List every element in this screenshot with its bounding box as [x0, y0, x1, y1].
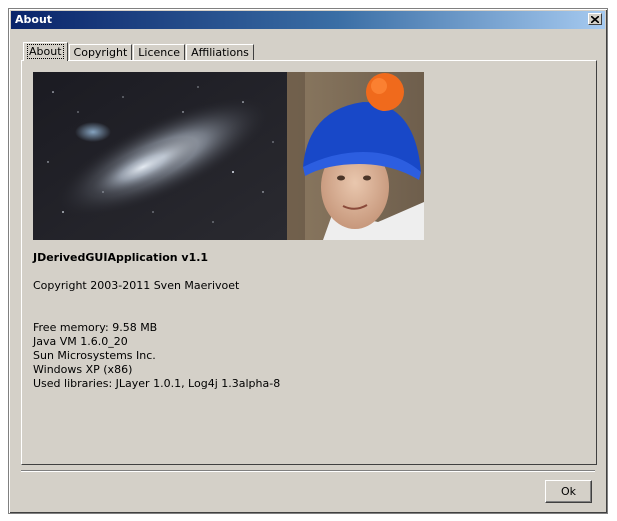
tab-about[interactable]: About	[23, 42, 68, 61]
about-dialog: About About Copyright Licence Affiliatio…	[8, 8, 608, 514]
copyright-text: Copyright 2003-2011 Sven Maerivoet	[33, 279, 240, 292]
about-info: JDerivedGUIApplication v1.1 Copyright 20…	[33, 251, 280, 391]
os-text: Windows XP (x86)	[33, 363, 133, 376]
free-memory-text: Free memory: 9.58 MB	[33, 321, 158, 334]
java-vm-text: Java VM 1.6.0_20	[33, 335, 128, 348]
galaxy-and-portrait-image	[33, 72, 424, 240]
title-bar[interactable]: About	[11, 11, 605, 29]
tab-copyright[interactable]: Copyright	[68, 44, 133, 61]
tab-strip: About Copyright Licence Affiliations	[23, 41, 255, 61]
vendor-text: Sun Microsystems Inc.	[33, 349, 156, 362]
window-title: About	[15, 13, 53, 26]
tab-copyright-label: Copyright	[73, 46, 128, 59]
about-panel: JDerivedGUIApplication v1.1 Copyright 20…	[21, 60, 597, 465]
libraries-text: Used libraries: JLayer 1.0.1, Log4j 1.3a…	[33, 377, 281, 390]
divider	[21, 470, 595, 472]
ok-button[interactable]: Ok	[545, 480, 592, 503]
ok-button-label: Ok	[560, 485, 577, 498]
about-image	[33, 72, 424, 240]
close-icon	[591, 15, 599, 23]
tab-licence-label: Licence	[138, 46, 181, 59]
tab-about-label: About	[27, 44, 64, 59]
app-name: JDerivedGUIApplication v1.1	[33, 251, 209, 264]
tab-affiliations[interactable]: Affiliations	[186, 44, 254, 61]
tab-affiliations-label: Affiliations	[191, 46, 249, 59]
close-button[interactable]	[588, 13, 602, 25]
tab-licence[interactable]: Licence	[133, 44, 186, 61]
